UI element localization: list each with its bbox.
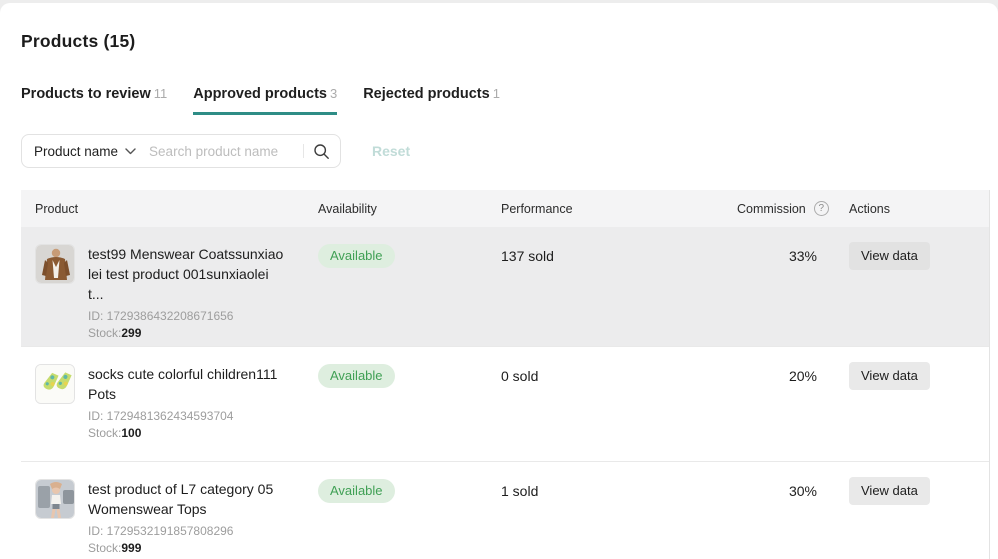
page-title: Products (15): [21, 31, 998, 52]
product-tabs: Products to review 11 Approved products …: [21, 86, 998, 115]
stock-value: 999: [121, 541, 141, 555]
tab-label: Approved products: [193, 86, 327, 102]
availability-cell: Available: [318, 347, 501, 461]
filter-type-label: Product name: [34, 144, 118, 159]
commission-cell: 30%: [737, 462, 833, 559]
product-image: [35, 364, 75, 404]
column-header-product: Product: [21, 202, 318, 216]
column-header-label: Commission: [737, 202, 806, 216]
tab-label: Products to review: [21, 86, 151, 102]
column-header-availability: Availability: [318, 202, 501, 216]
chevron-down-icon: [125, 148, 136, 155]
actions-cell: View data: [833, 347, 989, 461]
stock-value: 299: [121, 326, 141, 340]
product-id: ID: 1729386432208671656: [88, 308, 284, 325]
product-stock: Stock:299: [88, 325, 284, 342]
table-row: test product of L7 category 05 Womenswea…: [21, 461, 989, 559]
product-stock: Stock:100: [88, 425, 284, 442]
performance-cell: 137 sold: [501, 227, 737, 346]
commission-cell: 33%: [737, 227, 833, 346]
tab-label: Rejected products: [363, 86, 490, 102]
products-table: Product Availability Performance Commiss…: [21, 190, 990, 559]
table-row: socks cute colorful children111 Pots ID:…: [21, 346, 989, 461]
tab-approved-products[interactable]: Approved products 3: [193, 86, 337, 115]
table-row: test99 Menswear Coatssunxiaolei test pro…: [21, 227, 989, 346]
product-text: test99 Menswear Coatssunxiaolei test pro…: [88, 244, 284, 346]
column-header-commission: Commission ?: [737, 201, 833, 216]
search-filter-box: Product name: [21, 134, 341, 168]
product-title: test99 Menswear Coatssunxiaolei test pro…: [88, 244, 284, 304]
reset-button[interactable]: Reset: [372, 143, 410, 159]
status-badge: Available: [318, 364, 395, 388]
column-header-actions: Actions: [833, 202, 989, 216]
product-cell: test product of L7 category 05 Womenswea…: [21, 462, 318, 559]
product-stock: Stock:999: [88, 540, 284, 557]
product-id: ID: 1729532191857808296: [88, 523, 284, 540]
view-data-button[interactable]: View data: [849, 477, 930, 505]
product-image: [35, 244, 75, 284]
product-cell: test99 Menswear Coatssunxiaolei test pro…: [21, 227, 318, 346]
stock-value: 100: [121, 426, 141, 440]
view-data-button[interactable]: View data: [849, 242, 930, 270]
filter-type-dropdown[interactable]: Product name: [34, 144, 136, 159]
status-badge: Available: [318, 244, 395, 268]
commission-cell: 20%: [737, 347, 833, 461]
tab-rejected-products[interactable]: Rejected products 1: [363, 86, 500, 115]
tab-count: 3: [330, 86, 337, 101]
products-panel: Products (15) Products to review 11 Appr…: [0, 3, 998, 559]
availability-cell: Available: [318, 227, 501, 346]
table-header-row: Product Availability Performance Commiss…: [21, 190, 989, 227]
help-icon[interactable]: ?: [814, 201, 829, 216]
search-icon[interactable]: [313, 143, 330, 160]
product-image: [35, 479, 75, 519]
search-input[interactable]: [149, 144, 299, 159]
column-header-performance: Performance: [501, 202, 737, 216]
performance-cell: 0 sold: [501, 347, 737, 461]
status-badge: Available: [318, 479, 395, 503]
view-data-button[interactable]: View data: [849, 362, 930, 390]
availability-cell: Available: [318, 462, 501, 559]
product-cell: socks cute colorful children111 Pots ID:…: [21, 347, 318, 461]
product-title: socks cute colorful children111 Pots: [88, 364, 284, 404]
tab-products-to-review[interactable]: Products to review 11: [21, 86, 167, 115]
tab-count: 1: [493, 86, 500, 101]
filter-bar: Product name Reset: [21, 134, 998, 168]
performance-cell: 1 sold: [501, 462, 737, 559]
product-id: ID: 1729481362434593704: [88, 408, 284, 425]
product-title: test product of L7 category 05 Womenswea…: [88, 479, 284, 519]
actions-cell: View data: [833, 227, 989, 346]
tab-count: 11: [154, 86, 168, 101]
product-text: socks cute colorful children111 Pots ID:…: [88, 364, 284, 461]
product-text: test product of L7 category 05 Womenswea…: [88, 479, 284, 559]
actions-cell: View data: [833, 462, 989, 559]
input-divider: [303, 144, 304, 158]
